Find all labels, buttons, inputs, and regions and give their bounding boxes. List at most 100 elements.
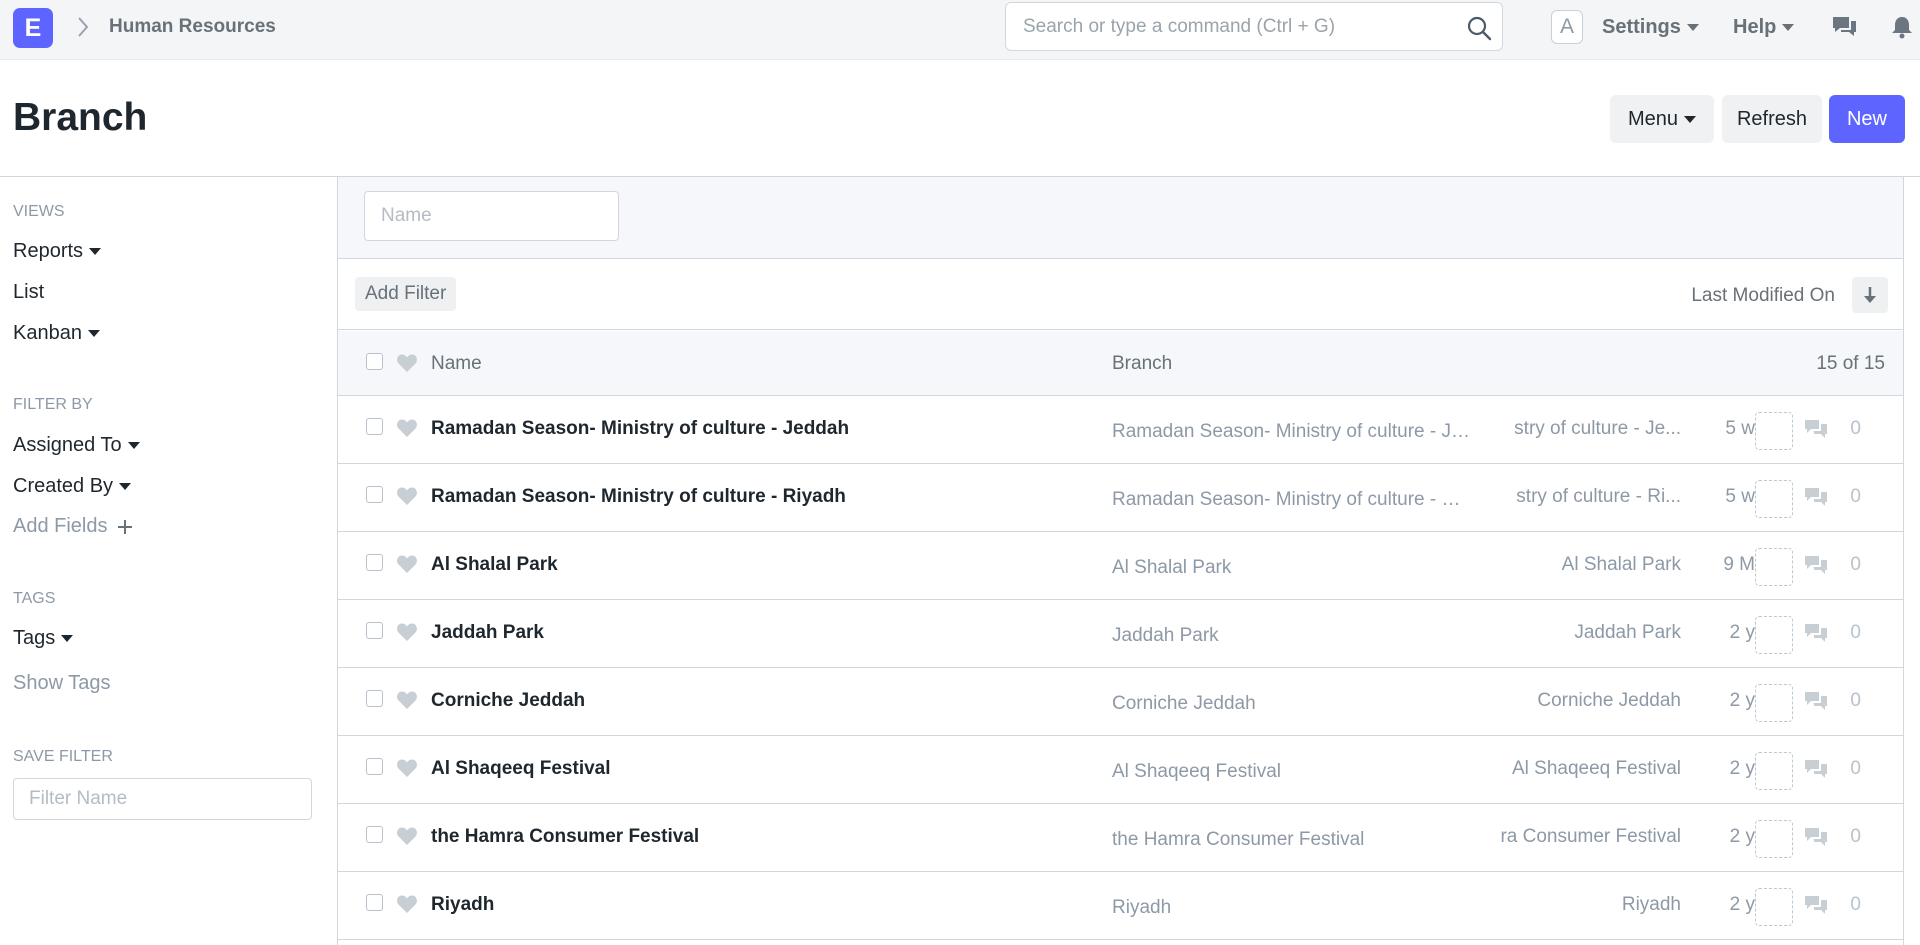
row-title[interactable]: Corniche Jeddah [431,690,585,712]
heart-icon[interactable] [396,353,418,373]
sidebar-item-label: Add Fields [13,515,108,537]
heart-icon[interactable] [396,826,418,846]
list-row[interactable]: Ramadan Season- Ministry of culture - Ri… [338,465,1903,532]
list-row[interactable]: the Hamra Consumer Festival the Hamra Co… [338,805,1903,872]
chat-icon[interactable] [1830,14,1858,40]
chevron-right-icon [78,17,89,37]
arrow-down-icon [1864,287,1876,303]
row-comment-count: 0 [1850,418,1861,439]
search-bar[interactable] [1005,2,1503,51]
row-checkbox[interactable] [366,554,383,571]
comment-icon [1805,896,1827,914]
comment-icon [1805,828,1827,846]
row-assign-avatar[interactable] [1755,480,1793,518]
row-checkbox[interactable] [366,758,383,775]
sidebar-item-label: Reports [13,240,84,262]
row-assign-avatar[interactable] [1755,548,1793,586]
name-filter-input[interactable] [364,191,619,241]
caret-down-icon [1686,24,1699,32]
row-branch: Al Shalal Park [1112,557,1232,578]
search-icon[interactable] [1466,15,1492,41]
heart-icon[interactable] [396,690,418,710]
list-row[interactable]: Corniche Jeddah Corniche Jeddah Corniche… [338,669,1903,736]
help-dropdown[interactable]: Help [1733,16,1795,39]
row-branch-secondary: Al Shalal Park [1561,554,1681,575]
refresh-button[interactable]: Refresh [1722,95,1822,143]
app-logo[interactable]: E [13,8,53,48]
list-row[interactable]: Riyadh Riyadh Riyadh 2 y 0 [338,873,1903,940]
sidebar-item-kanban[interactable]: Kanban [13,322,100,345]
heart-icon[interactable] [396,894,418,914]
menu-button[interactable]: Menu [1610,95,1714,143]
row-title[interactable]: Al Shaqeeq Festival [431,758,611,780]
caret-down-icon [87,330,100,338]
sidebar-show-tags[interactable]: Show Tags [13,672,110,695]
row-comment-count: 0 [1850,690,1861,711]
row-assign-avatar[interactable] [1755,616,1793,654]
row-assign-avatar[interactable] [1755,684,1793,722]
list-row[interactable]: Al Shalal Park Al Shalal Park Al Shalal … [338,533,1903,600]
row-comment-count: 0 [1850,894,1861,915]
filter-name-input[interactable] [13,778,312,820]
row-title[interactable]: Al Shalal Park [431,554,558,576]
caret-down-icon [1782,24,1795,32]
breadcrumb-human-resources[interactable]: Human Resources [109,16,276,38]
sidebar-item-reports[interactable]: Reports [13,240,102,263]
standard-filter-area [338,177,1903,259]
caret-down-icon [119,483,132,491]
heart-icon[interactable] [396,758,418,778]
search-input[interactable] [1006,3,1436,50]
select-all-checkbox[interactable] [366,353,383,370]
row-checkbox[interactable] [366,622,383,639]
row-title[interactable]: Ramadan Season- Ministry of culture - Ri… [431,486,846,508]
row-checkbox[interactable] [366,418,383,435]
sidebar-add-fields[interactable]: Add Fields [13,515,133,538]
row-title[interactable]: Riyadh [431,894,494,916]
row-modified-time: 2 y [1729,826,1755,847]
row-assign-avatar[interactable] [1755,752,1793,790]
new-button[interactable]: New [1829,95,1905,143]
row-branch-secondary: stry of culture - Ri... [1516,486,1681,507]
settings-dropdown[interactable]: Settings [1602,16,1699,39]
row-assign-avatar[interactable] [1755,820,1793,858]
list-count: 15 of 15 [1816,353,1885,374]
caret-down-icon [127,442,140,450]
row-modified-time: 2 y [1729,690,1755,711]
list-row[interactable]: Al Shaqeeq Festival Al Shaqeeq Festival … [338,737,1903,804]
heart-icon[interactable] [396,418,418,438]
heart-icon[interactable] [396,622,418,642]
sidebar-item-assigned-to[interactable]: Assigned To [13,434,140,457]
row-checkbox[interactable] [366,894,383,911]
heart-icon[interactable] [396,554,418,574]
row-checkbox[interactable] [366,826,383,843]
row-modified-time: 5 w [1725,418,1755,439]
row-checkbox[interactable] [366,690,383,707]
sidebar-item-tags[interactable]: Tags [13,627,74,650]
row-modified-time: 2 y [1729,622,1755,643]
comment-icon [1805,556,1827,574]
menu-label: Menu [1627,108,1679,130]
bell-icon[interactable] [1888,14,1916,40]
sidebar-item-created-by[interactable]: Created By [13,475,132,498]
row-assign-avatar[interactable] [1755,412,1793,450]
row-branch-secondary: Jaddah Park [1574,622,1681,643]
list-row[interactable]: Ramadan Season- Ministry of culture - Je… [338,397,1903,464]
sidebar-save-filter-label: SAVE FILTER [13,748,113,765]
row-checkbox[interactable] [366,486,383,503]
sidebar-item-list[interactable]: List [13,281,44,304]
row-modified-time: 2 y [1729,758,1755,779]
row-title[interactable]: Jaddah Park [431,622,544,644]
row-assign-avatar[interactable] [1755,888,1793,926]
caret-down-icon [89,248,102,256]
row-title[interactable]: Ramadan Season- Ministry of culture - Je… [431,418,849,440]
row-title[interactable]: the Hamra Consumer Festival [431,826,699,848]
user-avatar[interactable]: A [1551,10,1583,44]
sort-selector[interactable]: Last Modified On [1691,285,1835,307]
add-filter-button[interactable]: Add Filter [355,277,457,311]
row-comment-count: 0 [1850,486,1861,507]
row-branch: Ramadan Season- Ministry of culture - Je… [1112,421,1472,442]
list-row[interactable]: Jaddah Park Jaddah Park Jaddah Park 2 y … [338,601,1903,668]
heart-icon[interactable] [396,486,418,506]
sort-order-button[interactable] [1852,277,1888,313]
column-header-name: Name [431,353,482,374]
